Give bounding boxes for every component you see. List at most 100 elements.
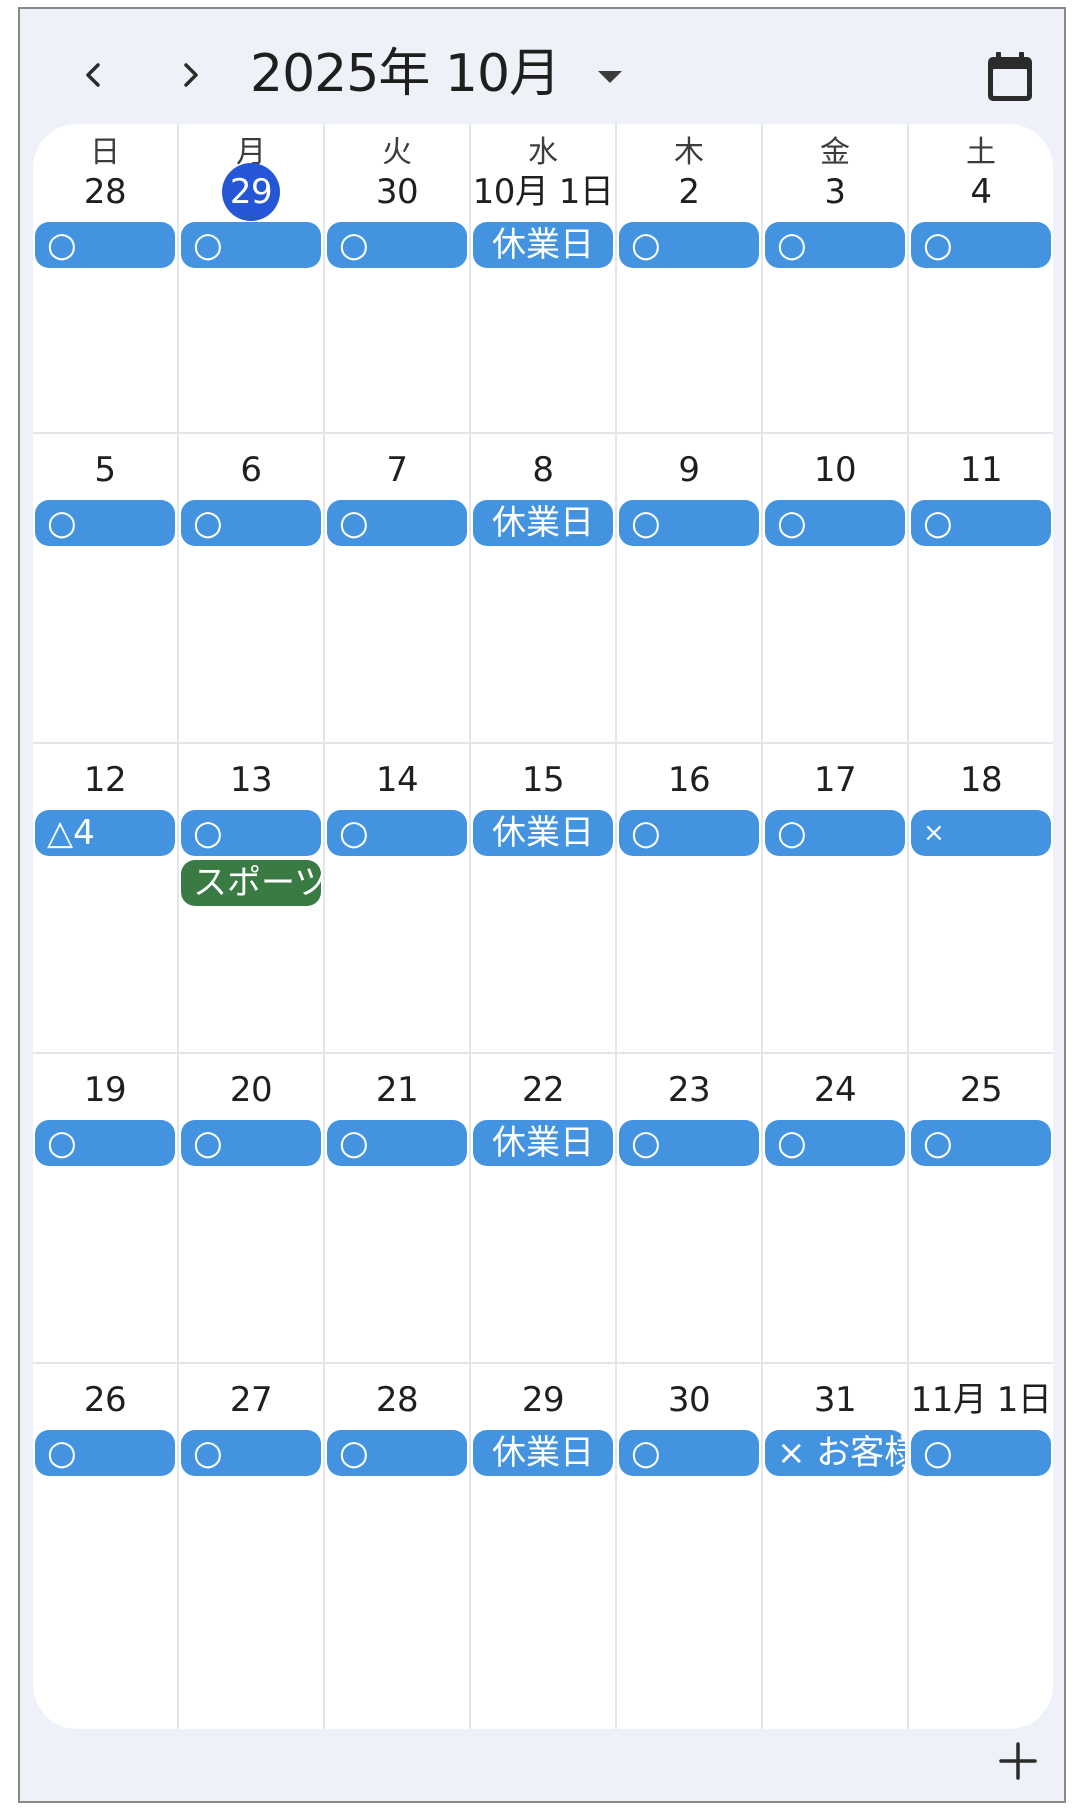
event-chip[interactable]: ○ (35, 1120, 175, 1166)
calendar-view-button[interactable] (978, 45, 1042, 109)
event-chip[interactable]: ○ (911, 1430, 1051, 1476)
day-cell[interactable]: 9 ○ (617, 434, 763, 742)
day-cell[interactable]: 19 ○ (33, 1054, 179, 1362)
event-chip[interactable]: ○ (181, 222, 321, 268)
event-chip[interactable]: ○ (619, 1120, 759, 1166)
event-chip[interactable]: ○ (35, 500, 175, 546)
day-cell[interactable]: 17 ○ (763, 744, 909, 1052)
month-dropdown-button[interactable] (590, 57, 630, 97)
day-cell[interactable]: 25 ○ (909, 1054, 1053, 1362)
event-chip[interactable]: ○ (35, 1430, 175, 1476)
day-number-text: 4 (970, 172, 992, 212)
event-chip[interactable]: ○ (765, 222, 905, 268)
day-number-text: 24 (813, 1070, 857, 1110)
day-cell[interactable]: 11 ○ (909, 434, 1053, 742)
event-chip[interactable]: 休業日 (473, 1430, 613, 1476)
event-chip[interactable]: ○ (35, 222, 175, 268)
day-cell[interactable]: 23 ○ (617, 1054, 763, 1362)
event-chip[interactable]: ○ (911, 500, 1051, 546)
day-number-text: 14 (375, 760, 419, 800)
day-cell[interactable]: 水 10月 1日 休業日 (471, 124, 617, 432)
day-number: 23 (617, 1070, 761, 1110)
day-cell[interactable]: 6 ○ (179, 434, 325, 742)
day-cell[interactable]: 木 2 ○ (617, 124, 763, 432)
event-chip[interactable]: 休業日 (473, 810, 613, 856)
event-chip[interactable]: ○ (619, 810, 759, 856)
week-row: 12 △4 13 ○ スポーツ 14 ○ 15 休業日 16 ○ 17 ○ 18 × (33, 744, 1053, 1054)
event-chip[interactable]: ○ (765, 500, 905, 546)
day-cell[interactable]: 20 ○ (179, 1054, 325, 1362)
add-event-button[interactable] (990, 1733, 1046, 1789)
event-chip[interactable]: ○ (181, 1120, 321, 1166)
event-chip[interactable]: ○ (911, 222, 1051, 268)
day-number: 22 (471, 1070, 615, 1110)
day-cell[interactable]: 14 ○ (325, 744, 471, 1052)
day-cell[interactable]: 27 ○ (179, 1364, 325, 1729)
day-cell[interactable]: 12 △4 (33, 744, 179, 1052)
month-title[interactable]: 2025年 10月 (250, 39, 561, 109)
event-chip-green[interactable]: スポーツ (181, 860, 321, 906)
day-cell[interactable]: 7 ○ (325, 434, 471, 742)
day-number: 5 (33, 450, 177, 490)
day-cell[interactable]: 24 ○ (763, 1054, 909, 1362)
day-number-text: 9 (678, 450, 700, 490)
day-number: 11月 1日 (909, 1380, 1053, 1420)
day-cell[interactable]: 18 × (909, 744, 1053, 1052)
event-chip[interactable]: ○ (619, 500, 759, 546)
day-cell[interactable]: 月 29 ○ (179, 124, 325, 432)
day-number: 31 (763, 1380, 907, 1420)
day-number: 3 (763, 172, 907, 212)
day-number: 18 (909, 760, 1053, 800)
event-chip[interactable]: ○ (327, 500, 467, 546)
event-chip[interactable]: ○ (911, 1120, 1051, 1166)
day-cell[interactable]: 16 ○ (617, 744, 763, 1052)
day-cell[interactable]: 31 × お客様 (763, 1364, 909, 1729)
day-cell[interactable]: 土 4 ○ (909, 124, 1053, 432)
event-chip[interactable]: ○ (619, 1430, 759, 1476)
day-number: 26 (33, 1380, 177, 1420)
event-chip[interactable]: ○ (765, 810, 905, 856)
day-cell[interactable]: 11月 1日 ○ (909, 1364, 1053, 1729)
day-number-text: 21 (375, 1070, 419, 1110)
event-chip[interactable]: × (911, 810, 1051, 856)
next-month-button[interactable] (160, 45, 220, 105)
event-chip[interactable]: △4 (35, 810, 175, 856)
day-cell[interactable]: 10 ○ (763, 434, 909, 742)
calendar-icon (988, 52, 1032, 101)
day-cell[interactable]: 5 ○ (33, 434, 179, 742)
chevron-left-icon (86, 63, 100, 87)
day-cell[interactable]: 15 休業日 (471, 744, 617, 1052)
day-cell[interactable]: 30 ○ (617, 1364, 763, 1729)
event-chip[interactable]: ○ (327, 810, 467, 856)
day-number-text: 20 (229, 1070, 273, 1110)
previous-month-button[interactable] (64, 45, 124, 105)
event-chip[interactable]: ○ (765, 1120, 905, 1166)
event-chip[interactable]: ○ (327, 1430, 467, 1476)
day-number-text: 28 (83, 172, 127, 212)
event-chip[interactable]: ○ (327, 222, 467, 268)
event-chip[interactable]: × お客様 (765, 1430, 905, 1476)
day-number-text: 5 (94, 450, 116, 490)
day-number-text: 28 (375, 1380, 419, 1420)
event-chip[interactable]: 休業日 (473, 1120, 613, 1166)
day-cell[interactable]: 8 休業日 (471, 434, 617, 742)
day-number: 12 (33, 760, 177, 800)
day-cell[interactable]: 日 28 ○ (33, 124, 179, 432)
event-chip[interactable]: ○ (327, 1120, 467, 1166)
day-cell[interactable]: 21 ○ (325, 1054, 471, 1362)
day-cell[interactable]: 22 休業日 (471, 1054, 617, 1362)
day-cell[interactable]: 26 ○ (33, 1364, 179, 1729)
day-cell[interactable]: 13 ○ スポーツ (179, 744, 325, 1052)
event-chip[interactable]: ○ (181, 500, 321, 546)
event-chip[interactable]: 休業日 (473, 500, 613, 546)
event-chip[interactable]: ○ (181, 810, 321, 856)
day-cell[interactable]: 29 休業日 (471, 1364, 617, 1729)
day-cell[interactable]: 金 3 ○ (763, 124, 909, 432)
day-cell[interactable]: 28 ○ (325, 1364, 471, 1729)
event-chip[interactable]: ○ (181, 1430, 321, 1476)
event-chip[interactable]: ○ (619, 222, 759, 268)
event-chip[interactable]: 休業日 (473, 222, 613, 268)
week-row: 5 ○ 6 ○ 7 ○ 8 休業日 9 ○ 10 ○ 11 ○ (33, 434, 1053, 744)
day-cell[interactable]: 火 30 ○ (325, 124, 471, 432)
weekday-label: 木 (674, 135, 704, 170)
